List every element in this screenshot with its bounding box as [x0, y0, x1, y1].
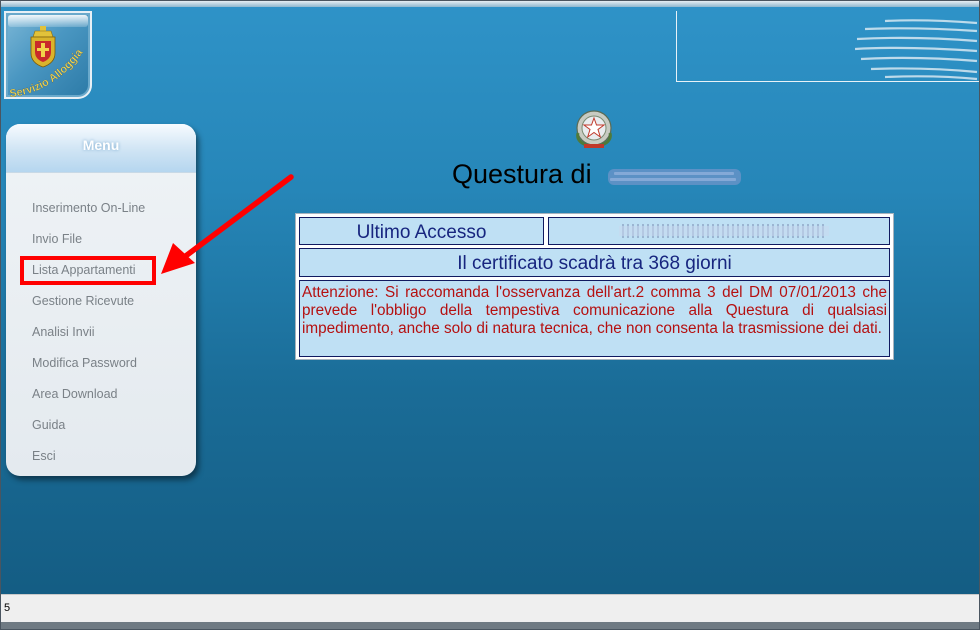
- last-access-label-cell: Ultimo Accesso: [299, 217, 544, 245]
- menu-item-modifica-password[interactable]: Modifica Password: [32, 356, 137, 370]
- certificate-cell: Il certificato scadrà tra 368 giorni: [299, 248, 890, 277]
- menu-item-inserimento-online[interactable]: Inserimento On-Line: [32, 201, 145, 215]
- logo-text: Servizio Alloggiati: [4, 11, 86, 99]
- page-title: Questura di: [452, 159, 592, 189]
- highlight-box: [20, 256, 156, 285]
- menu-item-gestione-ricevute[interactable]: Gestione Ricevute: [32, 294, 134, 308]
- warning-text: Attenzione: Si raccomanda l'osservanza d…: [302, 284, 887, 337]
- logo-text-path: Servizio Alloggiati: [4, 11, 86, 99]
- menu-item-area-download[interactable]: Area Download: [32, 387, 117, 401]
- obscured-header-content: [855, 19, 978, 81]
- menu-item-invio-file[interactable]: Invio File: [32, 232, 82, 246]
- red-arrow-annotation: [161, 174, 294, 274]
- obscured-city-name: [608, 169, 741, 185]
- warning-cell: Attenzione: Si raccomanda l'osservanza d…: [299, 280, 890, 357]
- top-edge: [1, 1, 979, 7]
- app-window: Servizio Alloggiati Menu Inserimento On-…: [0, 0, 980, 630]
- certificate-expiry-text: Il certificato scadrà tra 368 giorni: [457, 253, 732, 274]
- svg-text:Servizio Alloggiati: Servizio Alloggiati: [4, 11, 86, 99]
- menu-header: Menu: [6, 124, 196, 173]
- logo[interactable]: Servizio Alloggiati: [4, 11, 92, 99]
- status-bar: 5: [1, 594, 979, 622]
- menu-item-guida[interactable]: Guida: [32, 418, 65, 432]
- italian-republic-emblem-icon: [576, 110, 612, 148]
- status-text: 5: [4, 602, 11, 614]
- info-panel: Ultimo Accesso Il certificato scadrà tra…: [295, 213, 894, 360]
- obscured-last-access-value: [619, 224, 829, 238]
- menu-title: Menu: [82, 137, 120, 153]
- menu-item-esci[interactable]: Esci: [32, 449, 56, 463]
- last-access-label: Ultimo Accesso: [356, 222, 487, 243]
- last-access-value-cell: [548, 217, 890, 245]
- bottom-edge: [1, 622, 979, 629]
- top-right-panel: [676, 11, 979, 82]
- menu-item-analisi-invii[interactable]: Analisi Invii: [32, 325, 95, 339]
